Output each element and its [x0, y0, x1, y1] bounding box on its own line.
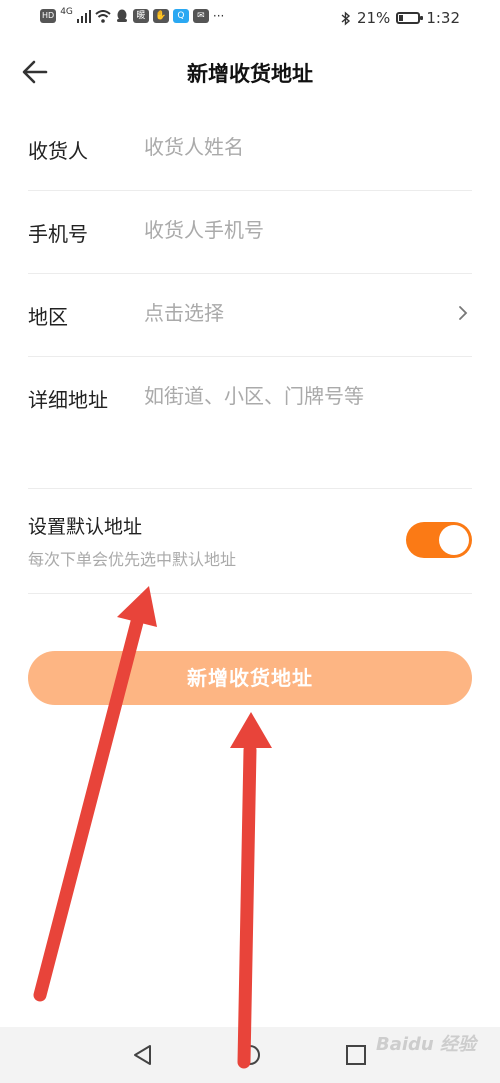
region-label: 地区	[28, 305, 68, 329]
more-icon: ···	[212, 9, 225, 23]
status-icons-left: HD 4G 暖 ✋ Q ✉ ···	[40, 7, 225, 23]
recipient-row: 收货人	[28, 108, 472, 191]
search-app-icon: Q	[172, 9, 189, 23]
signal-icon	[76, 9, 91, 23]
default-address-subtitle: 每次下单会优先选中默认地址	[28, 550, 237, 569]
status-bar: HD 4G 暖 ✋ Q ✉ ··· 21% 1:32	[0, 0, 500, 38]
arrow-to-toggle-row	[33, 586, 157, 1002]
detail-address-row: 详细地址	[28, 357, 472, 489]
battery-icon	[396, 12, 424, 24]
recipient-input[interactable]	[144, 130, 444, 164]
app-icon: ✋	[152, 9, 169, 23]
nav-back-icon[interactable]	[131, 1043, 155, 1067]
mail-icon: ✉	[192, 9, 209, 23]
status-icons-right: 21% 1:32	[341, 9, 460, 27]
qq-icon	[116, 9, 127, 22]
default-address-row: 设置默认地址 每次下单会优先选中默认地址	[28, 488, 472, 594]
phone-row: 手机号	[28, 191, 472, 274]
chevron-right-icon	[459, 306, 468, 320]
region-row[interactable]: 地区 点击选择	[28, 274, 472, 357]
nav-recents-icon[interactable]	[344, 1043, 368, 1067]
address-form: 收货人 手机号 地区 点击选择 详细地址	[28, 108, 472, 489]
network-type-icon: 4G	[60, 7, 73, 17]
default-address-toggle[interactable]	[406, 522, 472, 558]
nav-bar: 新增收货地址	[0, 46, 500, 98]
phone-label: 手机号	[28, 222, 88, 246]
phone-input[interactable]	[144, 213, 444, 247]
region-picker[interactable]: 点击选择	[144, 296, 444, 330]
app-icon: 暖	[132, 9, 149, 23]
detail-address-label: 详细地址	[28, 388, 108, 412]
bluetooth-icon	[341, 10, 351, 26]
page: HD 4G 暖 ✋ Q ✉ ··· 21% 1:32 新增收货地址 收货人 收货…	[0, 0, 500, 1083]
watermark: Baidu 经验	[375, 1034, 476, 1055]
hd-icon: HD	[40, 9, 57, 23]
add-address-button[interactable]: 新增收货地址	[28, 651, 472, 705]
detail-address-input[interactable]	[144, 379, 444, 469]
wifi-icon	[95, 9, 111, 23]
battery-percent: 21%	[356, 9, 391, 27]
clock: 1:32	[426, 9, 460, 27]
battery-level	[399, 15, 404, 21]
arrow-to-submit-button	[230, 712, 272, 1069]
nav-home-icon[interactable]	[238, 1043, 262, 1067]
default-address-title: 设置默认地址	[28, 516, 143, 538]
recipient-label: 收货人	[28, 139, 88, 163]
page-title: 新增收货地址	[187, 62, 313, 86]
toggle-knob	[439, 525, 469, 555]
